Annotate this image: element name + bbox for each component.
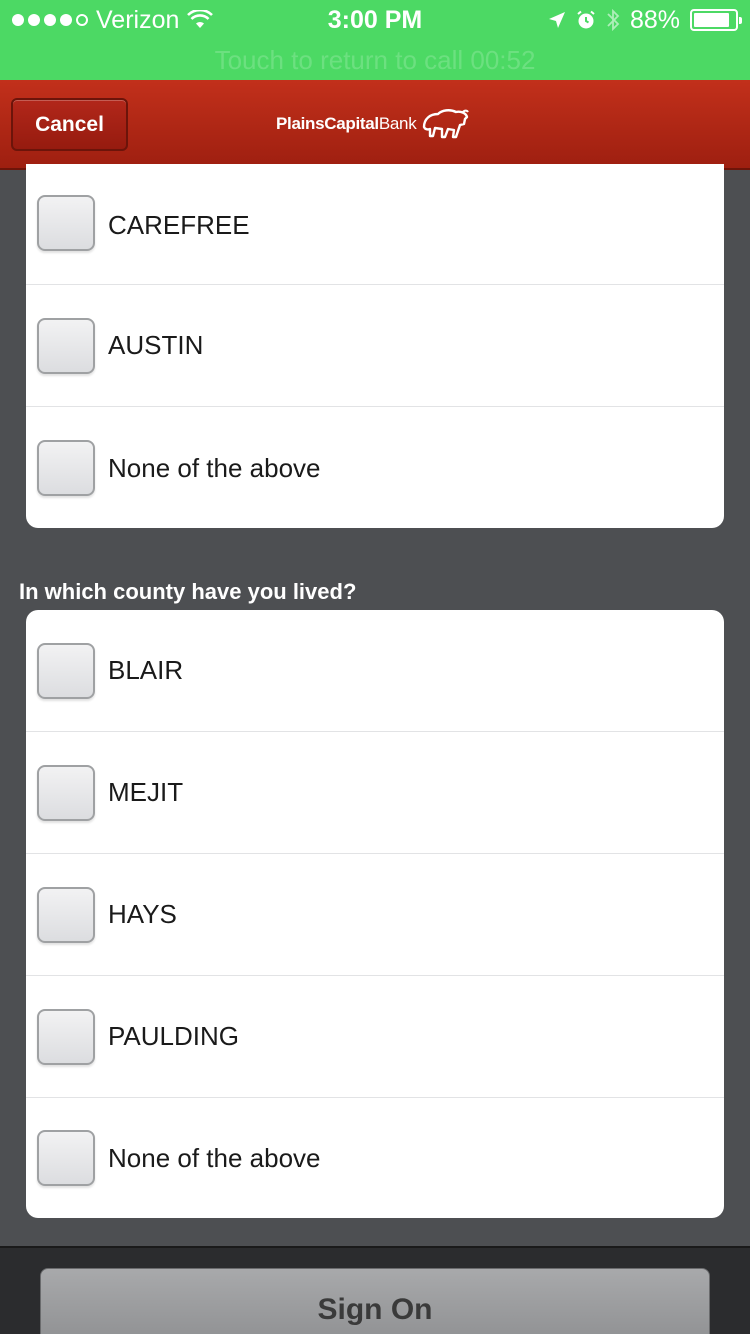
option-row[interactable]: MEJIT (26, 732, 724, 854)
battery-percent: 88% (629, 6, 680, 34)
logo-text-light: Bank (378, 114, 417, 133)
option-label: BLAIR (108, 655, 184, 685)
checkbox[interactable] (37, 642, 95, 699)
logo-text-bold: PlainsCapital (276, 114, 379, 133)
options-card-previous-question: CAREFREE AUSTIN None of the above (26, 164, 724, 528)
option-row[interactable]: AUSTIN (26, 285, 724, 407)
checkbox[interactable] (37, 764, 95, 821)
option-label: MEJIT (108, 777, 184, 807)
option-label: HAYS (108, 899, 177, 929)
nav-bar: Cancel PlainsCapitalBank (0, 80, 750, 170)
question-county: In which county have you lived? (19, 579, 357, 604)
option-label: CAREFREE (108, 210, 250, 240)
battery-icon (690, 9, 742, 31)
option-row[interactable]: None of the above (26, 407, 724, 529)
checkbox[interactable] (37, 195, 95, 251)
option-row[interactable]: None of the above (26, 1098, 724, 1218)
sign-on-button[interactable]: Sign On (40, 1268, 710, 1334)
option-label: AUSTIN (108, 330, 204, 360)
option-label: None of the above (108, 1142, 321, 1173)
checkbox[interactable] (37, 1130, 95, 1186)
checkbox[interactable] (37, 440, 95, 496)
options-card-county: BLAIR MEJIT HAYS PAULDING None of the ab… (26, 610, 724, 1218)
plainscapital-bank-logo: PlainsCapitalBank (276, 104, 470, 144)
option-row[interactable]: HAYS (26, 854, 724, 976)
checkbox[interactable] (37, 1008, 95, 1065)
location-arrow-icon (548, 12, 565, 28)
bluetooth-icon (607, 8, 620, 32)
checkbox[interactable] (37, 886, 95, 943)
alarm-icon (577, 10, 595, 29)
option-label: PAULDING (108, 1021, 239, 1051)
option-row[interactable]: BLAIR (26, 610, 724, 732)
return-to-call-banner[interactable]: Touch to return to call 00:52 (0, 40, 750, 80)
option-label: None of the above (108, 452, 321, 483)
bison-icon (423, 109, 470, 139)
option-row[interactable]: PAULDING (26, 976, 724, 1098)
cancel-button[interactable]: Cancel (11, 98, 128, 151)
option-row[interactable]: CAREFREE (26, 164, 724, 285)
checkbox[interactable] (37, 317, 95, 374)
status-bar: Verizon 3:00 PM 88% Touch to return to c… (0, 0, 750, 80)
bottom-toolbar: Sign On (0, 1246, 750, 1334)
